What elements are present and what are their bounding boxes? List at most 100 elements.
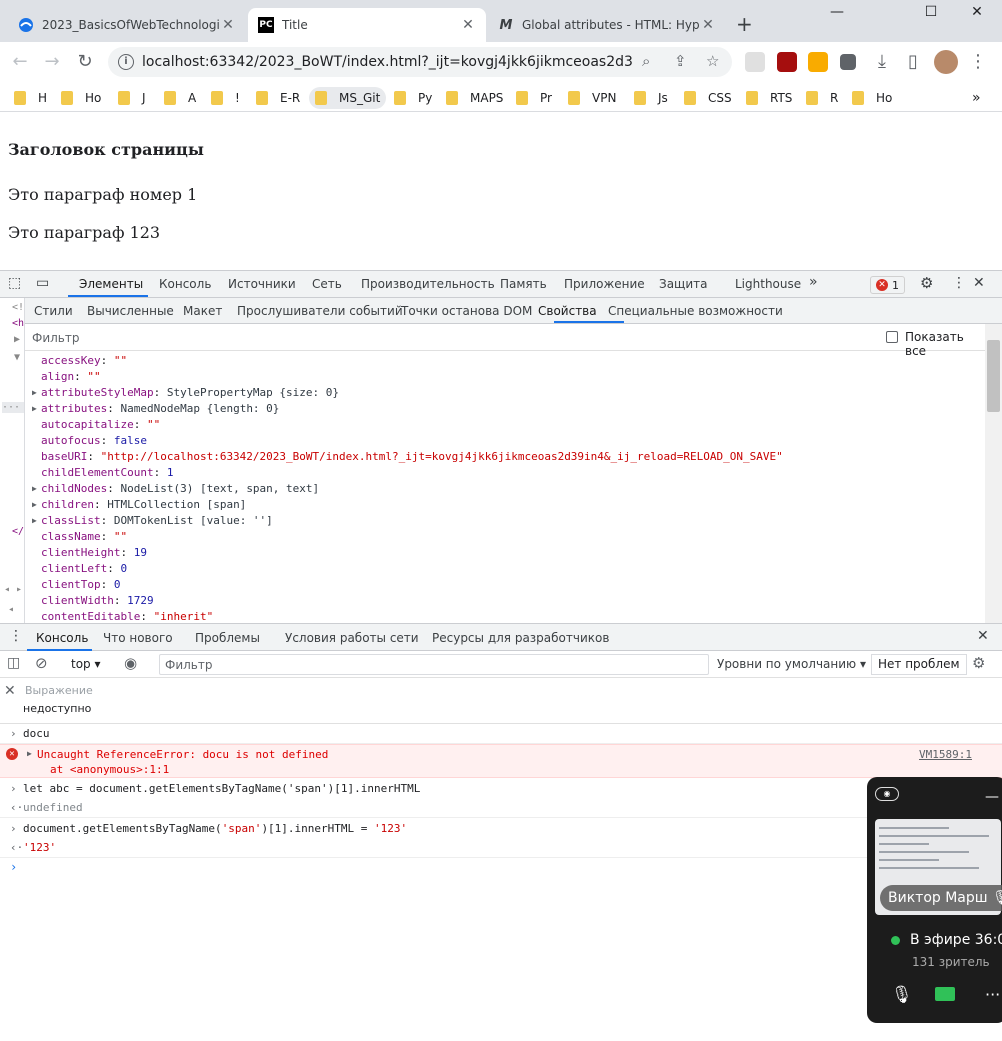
bookmark-folder[interactable]: CSS	[678, 87, 738, 109]
cast-screen-icon[interactable]	[935, 987, 955, 1001]
subtab-properties[interactable]: Свойства	[538, 304, 597, 318]
tab-console[interactable]: Консоль	[159, 277, 211, 291]
scroll-left-icon[interactable]: ◂	[8, 604, 14, 615]
bookmark-folder[interactable]: RTS	[740, 87, 798, 109]
tab-memory[interactable]: Память	[500, 277, 547, 291]
tab-application[interactable]: Приложение	[564, 277, 645, 291]
zoom-icon[interactable]: ⌕	[642, 52, 650, 70]
extension-sound-icon[interactable]	[777, 52, 797, 72]
expand-triangle-icon[interactable]: ▶	[27, 749, 32, 758]
error-count-badge[interactable]: ✕ 1	[870, 276, 905, 294]
console-settings-gear-icon[interactable]: ⚙	[972, 654, 985, 672]
console-prompt[interactable]: ›	[10, 860, 17, 874]
property-row[interactable]: clientLeft: 0	[41, 561, 127, 577]
expression-input[interactable]: Выражение	[25, 684, 93, 697]
bookmark-star-icon[interactable]: ☆	[706, 52, 719, 70]
properties-scrollbar[interactable]	[985, 324, 1002, 623]
back-icon[interactable]: ←	[8, 50, 32, 74]
property-row[interactable]: ▶ attributes: NamedNodeMap {length: 0}	[32, 401, 279, 417]
tab-lighthouse[interactable]: Lighthouse	[735, 277, 801, 291]
property-row[interactable]: ▶ classList: DOMTokenList [value: '']	[32, 513, 273, 529]
bookmark-folder[interactable]: J	[112, 87, 152, 109]
bookmark-folder[interactable]: Js	[628, 87, 674, 109]
settings-gear-icon[interactable]: ⚙	[920, 274, 933, 292]
properties-filter-input[interactable]: Фильтр	[32, 331, 79, 345]
expand-triangle-icon[interactable]: ▼	[14, 352, 20, 363]
expand-triangle-icon[interactable]: ▶	[32, 401, 37, 417]
property-row[interactable]: clientTop: 0	[41, 577, 120, 593]
log-levels-dropdown[interactable]: Уровни по умолчанию ▾	[717, 657, 866, 671]
property-row[interactable]: className: ""	[41, 529, 127, 545]
bookmark-folder[interactable]: H	[8, 87, 53, 109]
address-bar[interactable]: i localhost:63342/2023_BoWT/index.html?_…	[108, 47, 732, 77]
tab-basics[interactable]: 2023_BasicsOfWebTechnologies - ✕	[8, 8, 246, 42]
close-tab-icon[interactable]: ✕	[700, 17, 716, 33]
more-tabs-icon[interactable]: »	[809, 274, 818, 290]
sidebar-toggle-icon[interactable]: ◫	[7, 655, 20, 671]
tab-sources[interactable]: Источники	[228, 277, 296, 291]
remove-expression-icon[interactable]: ✕	[4, 683, 16, 699]
clear-console-icon[interactable]: ⊘	[35, 654, 48, 672]
close-devtools-icon[interactable]: ✕	[973, 275, 985, 291]
property-row[interactable]: clientWidth: 1729	[41, 593, 154, 609]
tab-security[interactable]: Защита	[659, 277, 708, 291]
scrollbar-thumb[interactable]	[987, 340, 1000, 412]
camera-switch-icon[interactable]: ◉	[875, 787, 899, 801]
expand-triangle-icon[interactable]: ▶	[14, 334, 20, 345]
microphone-icon[interactable]: 🎙	[891, 985, 913, 1005]
close-tab-icon[interactable]: ✕	[460, 17, 476, 33]
drawer-tab-console[interactable]: Консоль	[36, 631, 88, 645]
subtab-dom-breakpoints[interactable]: Точки останова DOM	[401, 304, 532, 318]
reload-icon[interactable]: ↻	[73, 50, 97, 74]
subtab-accessibility[interactable]: Специальные возможности	[608, 304, 783, 318]
minimize-widget-icon[interactable]: —	[985, 789, 999, 805]
close-tab-icon[interactable]: ✕	[220, 17, 236, 33]
tab-performance[interactable]: Производительность	[361, 277, 495, 291]
bookmark-folder[interactable]: Py	[388, 87, 438, 109]
side-panel-icon[interactable]: ▯	[901, 50, 925, 74]
ellipsis-icon[interactable]: ···	[2, 402, 24, 413]
live-expression-eye-icon[interactable]: ◉	[124, 654, 137, 672]
bookmark-folder[interactable]: Ho	[846, 87, 898, 109]
devtools-menu-icon[interactable]: ⋮	[952, 275, 966, 291]
window-close-icon[interactable]: ✕	[957, 4, 997, 20]
bookmark-folder[interactable]: VPN	[562, 87, 622, 109]
minimize-icon[interactable]: —	[817, 4, 857, 20]
expand-triangle-icon[interactable]: ▶	[32, 497, 37, 513]
info-icon[interactable]: i	[118, 54, 134, 70]
expand-triangle-icon[interactable]: ▶	[32, 385, 37, 401]
tab-elements[interactable]: Элементы	[79, 277, 143, 291]
bookmark-folder[interactable]: Ho	[55, 87, 107, 109]
drawer-tab-whats-new[interactable]: Что нового	[103, 631, 173, 645]
close-drawer-icon[interactable]: ✕	[977, 628, 989, 644]
expand-triangle-icon[interactable]: ▶	[32, 481, 37, 497]
inspect-element-icon[interactable]: ⬚	[8, 275, 21, 291]
bookmark-folder[interactable]: MS_Git	[309, 87, 387, 109]
property-row[interactable]: clientHeight: 19	[41, 545, 147, 561]
bookmark-folder[interactable]: Pr	[510, 87, 558, 109]
avatar[interactable]	[934, 50, 958, 74]
download-icon[interactable]: ⤓	[870, 50, 894, 74]
scroll-arrows-icon[interactable]: ◂ ▸	[4, 584, 22, 595]
property-row[interactable]: autofocus: false	[41, 433, 147, 449]
address-url[interactable]: localhost:63342/2023_BoWT/index.html?_ij…	[142, 54, 632, 70]
property-row[interactable]: baseURI: "http://localhost:63342/2023_Bo…	[41, 449, 783, 465]
property-row[interactable]: childElementCount: 1	[41, 465, 173, 481]
property-row[interactable]: autocapitalize: ""	[41, 417, 160, 433]
subtab-computed[interactable]: Вычисленные	[87, 304, 174, 318]
maximize-icon[interactable]: ☐	[911, 4, 951, 20]
drawer-tab-issues[interactable]: Проблемы	[195, 631, 260, 645]
bookmark-folder[interactable]: A	[158, 87, 202, 109]
share-icon[interactable]: ⇪	[674, 52, 687, 70]
drawer-menu-icon[interactable]: ⋮	[9, 628, 23, 644]
bookmark-folder[interactable]: E-R	[250, 87, 306, 109]
more-options-icon[interactable]: ···	[985, 985, 1000, 1004]
tab-title-page[interactable]: PC Title ✕	[248, 8, 486, 42]
extensions-puzzle-icon[interactable]	[840, 54, 856, 70]
bookmark-folder[interactable]: MAPS	[440, 87, 509, 109]
property-row[interactable]: contentEditable: "inherit"	[41, 609, 213, 623]
property-row[interactable]: accessKey: ""	[41, 353, 127, 369]
forward-icon[interactable]: →	[40, 50, 64, 74]
menu-kebab-icon[interactable]: ⋮	[966, 50, 990, 74]
drawer-tab-network-conditions[interactable]: Условия работы сети	[285, 631, 419, 645]
